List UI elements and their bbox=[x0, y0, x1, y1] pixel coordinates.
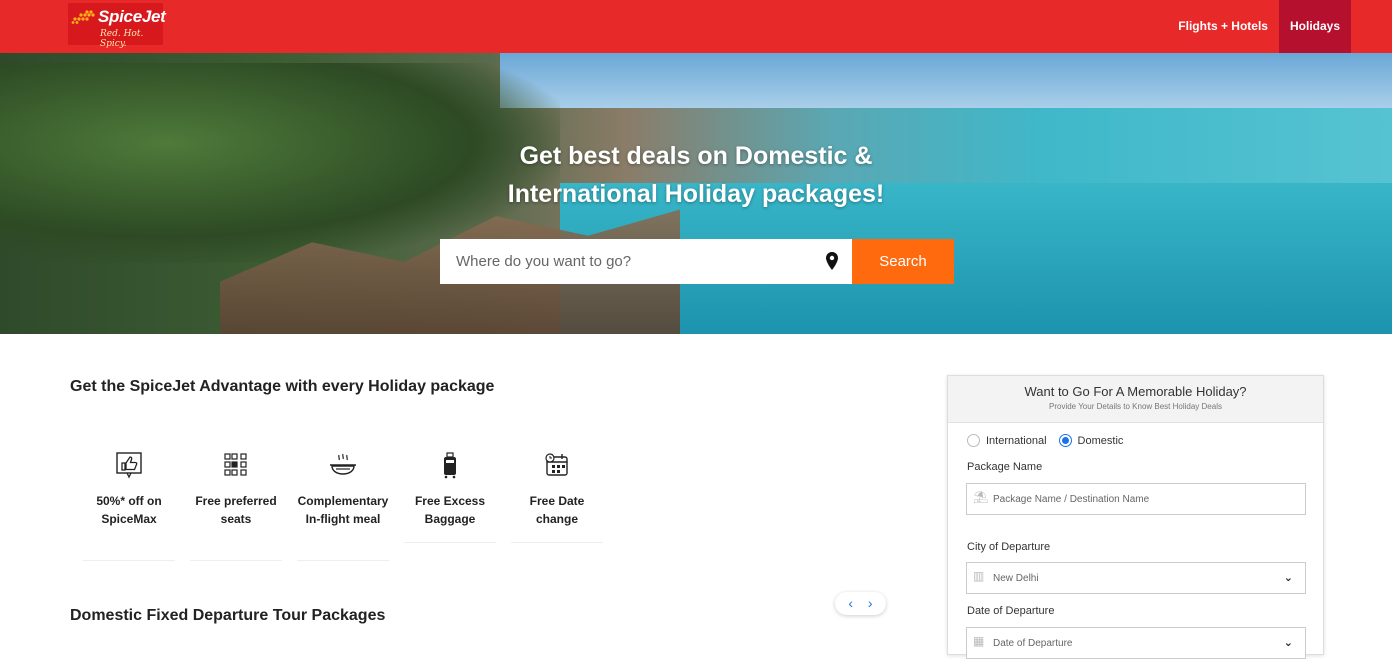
radio-domestic-label[interactable]: Domestic bbox=[1078, 435, 1124, 447]
main-nav: Flights + Hotels Holidays bbox=[1167, 0, 1351, 53]
package-name-label: Package Name bbox=[967, 461, 1043, 473]
chevron-down-icon: ⌄ bbox=[1283, 572, 1293, 584]
advantage-spicemax: 50%* off on SpiceMax bbox=[83, 450, 175, 561]
destination-search-input[interactable] bbox=[440, 239, 852, 284]
chevron-down-icon: ⌄ bbox=[1283, 637, 1293, 649]
advantage-seats: Free preferred seats bbox=[190, 450, 282, 561]
domestic-packages-title: Domestic Fixed Departure Tour Packages bbox=[70, 607, 386, 624]
calendar-icon bbox=[545, 453, 568, 476]
radio-international-label[interactable]: International bbox=[986, 435, 1047, 447]
carousel-prev-button[interactable]: ‹ bbox=[848, 592, 853, 615]
date-departure-field[interactable]: ▦ Date of Departure ⌄ bbox=[966, 627, 1306, 659]
advantage-label-1: Free Date bbox=[529, 494, 585, 508]
hero-sky bbox=[500, 53, 1392, 108]
divider bbox=[190, 560, 282, 561]
search-button[interactable]: Search bbox=[852, 239, 954, 284]
advantage-label-2: SpiceMax bbox=[101, 512, 157, 526]
advantage-meal: Complementary In-flight meal bbox=[297, 450, 389, 561]
package-name-field[interactable]: ⛱ Package Name / Destination Name bbox=[966, 483, 1306, 515]
logo-brand: SpiceJet bbox=[98, 7, 166, 26]
hero-title: Get best deals on Domestic & Internation… bbox=[0, 137, 1392, 213]
advantage-date-change: Free Date change bbox=[511, 450, 603, 543]
divider bbox=[297, 560, 389, 561]
umbrella-icon: ⛱ bbox=[973, 490, 989, 504]
hero-banner: Get best deals on Domestic & Internation… bbox=[0, 53, 1392, 334]
advantage-label-1: Complementary bbox=[297, 494, 389, 508]
radio-international[interactable] bbox=[967, 434, 980, 447]
city-departure-label: City of Departure bbox=[967, 541, 1051, 553]
luggage-icon bbox=[444, 452, 456, 479]
package-name-placeholder: Package Name / Destination Name bbox=[993, 494, 1150, 505]
advantages-title: Get the SpiceJet Advantage with every Ho… bbox=[70, 378, 495, 395]
advantage-label-1: Free Excess bbox=[414, 494, 486, 508]
thumbs-up-icon bbox=[116, 452, 142, 479]
hero-title-line2: International Holiday packages! bbox=[507, 180, 885, 208]
city-departure-select[interactable]: ▥ New Delhi ⌄ bbox=[966, 562, 1306, 594]
advantage-label-2: In-flight meal bbox=[305, 512, 381, 526]
date-departure-label: Date of Departure bbox=[967, 605, 1055, 617]
radio-domestic[interactable] bbox=[1058, 434, 1072, 447]
logo-dots-icon bbox=[71, 10, 95, 24]
divider bbox=[83, 560, 175, 561]
building-icon: ▥ bbox=[973, 569, 985, 583]
advantage-label-1: Free preferred bbox=[195, 494, 277, 508]
spicejet-logo[interactable]: SpiceJet Red. Hot. Spicy. bbox=[68, 3, 166, 49]
divider bbox=[511, 542, 603, 543]
logo-tagline: Red. Hot. Spicy. bbox=[100, 29, 144, 49]
top-header: SpiceJet Red. Hot. Spicy. Flights + Hote… bbox=[0, 0, 1392, 53]
carousel-controls: ‹ › bbox=[835, 592, 886, 615]
holiday-enquiry-form: Want to Go For A Memorable Holiday? Prov… bbox=[947, 375, 1324, 659]
package-type-radios: International Domestic bbox=[967, 434, 1123, 447]
nav-flights-hotels[interactable]: Flights + Hotels bbox=[1167, 0, 1279, 53]
form-subtitle: Provide Your Details to Know Best Holida… bbox=[1049, 402, 1222, 411]
advantage-label-1: 50%* off on bbox=[96, 494, 162, 508]
carousel-next-button[interactable]: › bbox=[868, 592, 873, 615]
form-title: Want to Go For A Memorable Holiday? bbox=[1024, 384, 1247, 399]
advantage-label-2: change bbox=[535, 512, 578, 526]
calendar-small-icon: ▦ bbox=[973, 634, 985, 648]
advantage-label-2: seats bbox=[220, 512, 252, 526]
form-header: Want to Go For A Memorable Holiday? Prov… bbox=[948, 376, 1323, 423]
seat-grid-icon bbox=[224, 453, 247, 476]
advantage-label-2: Baggage bbox=[424, 512, 476, 526]
map-pin-icon[interactable] bbox=[825, 252, 839, 270]
nav-holidays[interactable]: Holidays bbox=[1278, 0, 1351, 53]
city-departure-value: New Delhi bbox=[993, 573, 1039, 584]
meal-icon bbox=[330, 453, 356, 475]
divider bbox=[404, 542, 496, 543]
hero-title-line1: Get best deals on Domestic & bbox=[519, 142, 873, 170]
advantage-baggage: Free Excess Baggage bbox=[404, 450, 496, 543]
